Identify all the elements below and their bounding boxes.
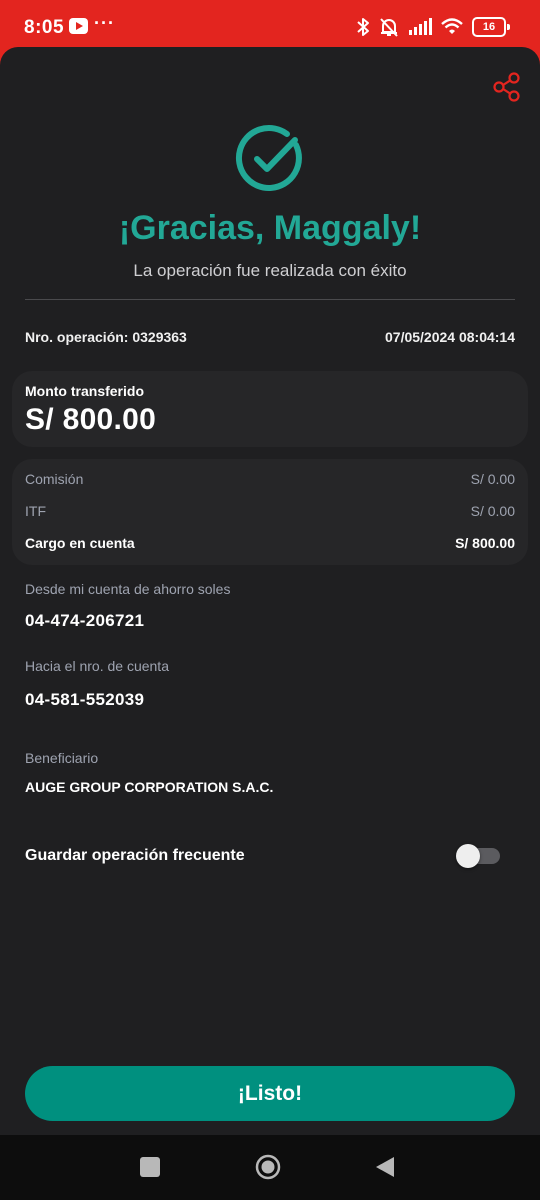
fees-card: Comisión S/ 0.00 ITF S/ 0.00 Cargo en cu… xyxy=(12,459,528,565)
recents-icon[interactable] xyxy=(140,1157,160,1177)
share-icon[interactable] xyxy=(492,71,522,103)
fee-value: S/ 800.00 xyxy=(455,535,515,551)
success-subtitle: La operación fue realizada con éxito xyxy=(133,261,407,280)
signal-icon xyxy=(409,18,432,35)
fee-row-total-charge: Cargo en cuenta S/ 800.00 xyxy=(25,535,515,551)
save-frequent-label: Guardar operación frecuente xyxy=(25,847,245,864)
bluetooth-icon xyxy=(357,18,369,36)
done-button[interactable]: ¡Listo! xyxy=(25,1066,515,1121)
to-account-value: 04-581-552039 xyxy=(25,690,145,709)
wifi-icon xyxy=(441,18,463,34)
receipt-card: ¡Gracias, Maggaly! La operación fue real… xyxy=(0,47,540,1135)
fee-label: Cargo en cuenta xyxy=(25,535,135,551)
from-account-label: Desde mi cuenta de ahorro soles xyxy=(25,581,231,597)
toggle-knob xyxy=(456,844,480,868)
to-account-label: Hacia el nro. de cuenta xyxy=(25,658,169,674)
amount-label: Monto transferido xyxy=(25,383,144,399)
fee-row-itf: ITF S/ 0.00 xyxy=(25,503,515,519)
system-nav-bar xyxy=(0,1135,540,1200)
battery-icon: 16 xyxy=(472,17,510,37)
alarm-muted-icon xyxy=(380,18,398,37)
beneficiary-label: Beneficiario xyxy=(25,750,99,766)
fee-row-commission: Comisión S/ 0.00 xyxy=(25,471,515,487)
fee-value: S/ 0.00 xyxy=(470,503,515,519)
fee-label: Comisión xyxy=(25,471,84,487)
operation-datetime: 07/05/2024 08:04:14 xyxy=(385,329,515,345)
back-icon[interactable] xyxy=(375,1156,395,1178)
check-circle-icon xyxy=(235,124,302,191)
beneficiary-value: AUGE GROUP CORPORATION S.A.C. xyxy=(25,779,274,795)
operation-number: Nro. operación: 0329363 xyxy=(25,329,187,345)
fee-value: S/ 0.00 xyxy=(470,471,515,487)
amount-value: S/ 800.00 xyxy=(25,403,157,436)
youtube-notification-icon xyxy=(69,18,88,34)
amount-card: Monto transferido S/ 800.00 xyxy=(12,371,528,447)
fee-label: ITF xyxy=(25,503,46,519)
status-time: 8:05 xyxy=(24,17,65,38)
operation-info: Nro. operación: 0329363 07/05/2024 08:04… xyxy=(25,329,515,345)
success-title: ¡Gracias, Maggaly! xyxy=(118,209,422,247)
divider xyxy=(25,299,515,300)
home-icon[interactable] xyxy=(255,1154,281,1180)
save-frequent-toggle[interactable] xyxy=(456,844,500,868)
more-notifications-icon: ··· xyxy=(94,13,115,33)
from-account-value: 04-474-206721 xyxy=(25,611,145,630)
status-icons: 16 xyxy=(356,15,510,39)
